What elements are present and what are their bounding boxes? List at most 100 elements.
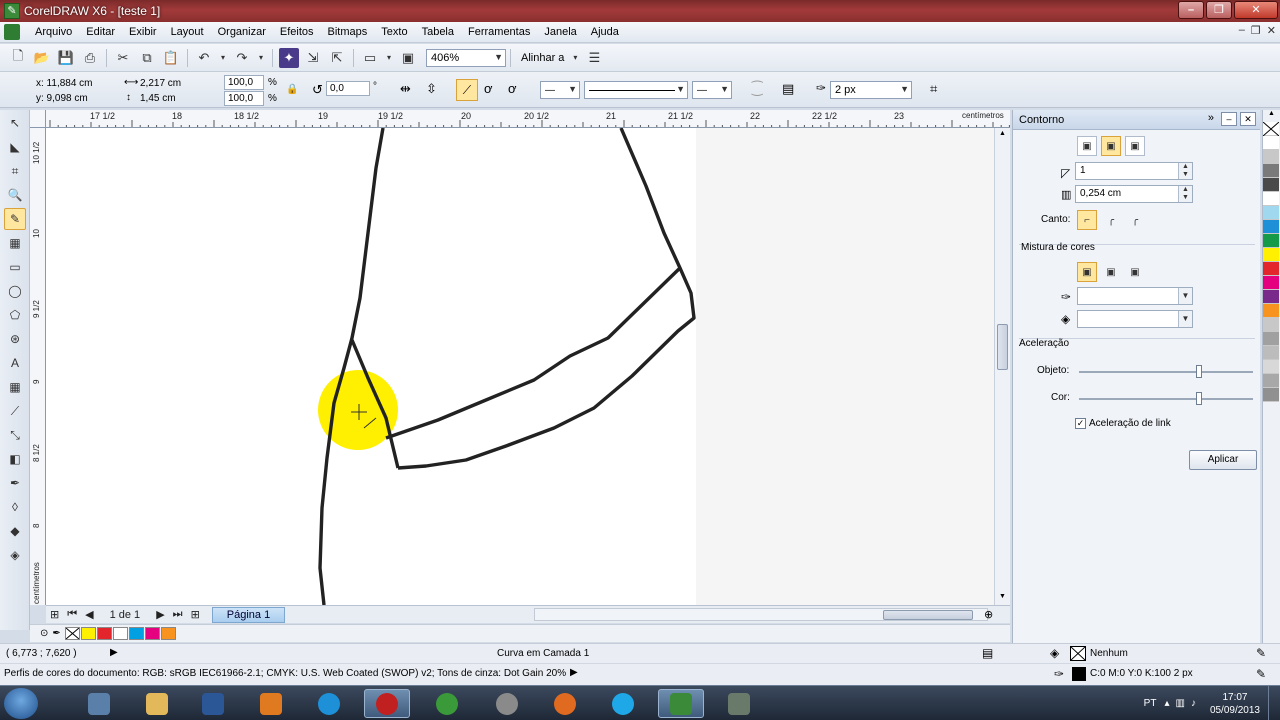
menu-janela[interactable]: Janela [537,26,583,38]
tray-expand-icon[interactable]: ▴ [1164,698,1169,709]
firefox-icon[interactable] [542,689,588,718]
corel-capture-icon[interactable] [716,689,762,718]
prev-page-icon[interactable]: ◀ [85,608,93,621]
palette-swatch[interactable] [1263,192,1279,206]
start-button[interactable] [4,688,38,719]
palette-swatch[interactable] [1263,262,1279,276]
document-icon[interactable] [4,24,20,40]
undo-dropdown-icon[interactable]: ▾ [218,48,228,68]
minimize-button[interactable]: – [1178,1,1204,19]
zoom-tool-icon[interactable]: 🔍 [4,184,26,206]
offset-spinner[interactable]: ▲ ▼ [1178,186,1192,202]
chrome-icon[interactable] [424,689,470,718]
menu-editar[interactable]: Editar [79,26,122,38]
import-icon[interactable]: ⇲ [303,48,323,68]
horizontal-ruler[interactable]: 17 1/2 18 18 1/2 19 19 1/2 20 20 1/2 21 … [46,110,1010,128]
bezier-node-icon[interactable]: ơ [484,81,493,96]
menu-ajuda[interactable]: Ajuda [584,26,626,38]
corner-mitered-icon[interactable]: ⌐ [1077,210,1097,230]
palette-swatch[interactable] [1263,346,1279,360]
network-icon[interactable]: ▥ [1175,698,1184,709]
clockwise-blend-icon[interactable]: ▣ [1101,262,1121,282]
coreldraw-icon[interactable] [658,689,704,718]
search-content-icon[interactable]: ✦ [279,47,299,68]
restore-button[interactable]: ❐ [1206,1,1232,19]
doc-swatch[interactable] [144,627,160,640]
outline-width-select[interactable]: 2 px ▼ [830,81,912,99]
vertical-scrollbar[interactable]: ▲ ▼ [994,128,1010,605]
palette-swatch[interactable] [1263,276,1279,290]
mirror-horizontal-icon[interactable]: ⇹ [400,81,411,97]
palette-swatch[interactable] [1263,304,1279,318]
palette-swatch[interactable] [1263,248,1279,262]
palette-swatch[interactable] [1263,234,1279,248]
add-page-icon[interactable]: ⊞ [50,608,59,621]
application-launcher-icon[interactable]: ▭ [360,48,380,68]
width-field[interactable]: 2,217 cm [140,78,181,89]
play-icon[interactable]: ▶ [570,667,578,678]
freehand-mode-icon[interactable]: ⟋ [456,79,478,101]
add-page-after-icon[interactable]: ⊞ [191,608,200,621]
new-icon[interactable]: 🗋 [8,48,28,68]
palette-swatch[interactable] [1263,360,1279,374]
ie-icon[interactable] [306,689,352,718]
page-tab[interactable]: Página 1 [211,606,286,623]
smoothing-icon[interactable]: ⌗ [930,81,937,97]
doc-swatch[interactable] [128,627,144,640]
link-accel-checkbox[interactable]: ✓ [1075,418,1086,429]
crop-tool-icon[interactable]: ⌗ [4,160,26,182]
horizontal-scrollbar[interactable] [534,608,988,621]
basic-shapes-tool-icon[interactable]: ⊛ [4,328,26,350]
contour-outside-icon[interactable]: ▣ [1125,136,1145,156]
doc-close-button[interactable]: ✕ [1267,24,1276,37]
interactive-blend-tool-icon[interactable]: ◧ [4,448,26,470]
close-curve-icon[interactable]: ơ [508,81,517,96]
apply-button[interactable]: Aplicar [1189,450,1257,470]
launcher-dropdown-icon[interactable]: ▾ [384,48,394,68]
welcome-screen-icon[interactable]: ▣ [398,48,418,68]
outline-tool-icon[interactable]: ◊ [4,496,26,518]
no-color-swatch[interactable] [64,627,80,640]
last-page-icon[interactable]: ⏭ [173,608,183,621]
palette-swatch[interactable] [1263,178,1279,192]
mirror-vertical-icon[interactable]: ⇳ [426,81,437,97]
doc-swatch[interactable] [80,627,96,640]
connector-tool-icon[interactable]: ⤡ [4,424,26,446]
edit-fill-icon[interactable]: ✎ [1256,646,1266,660]
drawing-layer[interactable] [46,128,994,605]
dimension-tool-icon[interactable]: ⟋ [4,400,26,422]
no-color-swatch[interactable] [1263,122,1279,136]
wrap-text-icon[interactable]: ⁐ [752,81,762,97]
palette-swatch[interactable] [1263,388,1279,402]
contour-center-icon[interactable]: ▣ [1077,136,1097,156]
expand-docker-icon[interactable]: » [1208,112,1214,126]
opera-icon[interactable] [364,689,410,718]
palette-swatch[interactable] [1263,206,1279,220]
explorer-icon[interactable] [76,689,122,718]
palette-scroll-up-icon[interactable]: ▲ [1263,110,1280,122]
media-icon[interactable] [248,689,294,718]
snap-dropdown-icon[interactable]: ▾ [570,48,580,68]
table-tool-icon[interactable]: ▦ [4,376,26,398]
menu-texto[interactable]: Texto [374,26,414,38]
print-icon[interactable]: ⎙ [80,48,100,68]
scroll-up-icon[interactable]: ▲ [999,130,1006,137]
wrap-paragraph-icon[interactable]: ▤ [782,81,794,97]
corner-round-icon[interactable]: ╭ [1101,210,1121,230]
menu-ferramentas[interactable]: Ferramentas [461,26,537,38]
scroll-down-icon[interactable]: ▼ [999,593,1006,600]
first-page-icon[interactable]: ⏮ [67,608,77,621]
palette-swatch[interactable] [1263,290,1279,304]
close-button[interactable]: ✕ [1234,1,1278,19]
menu-efeitos[interactable]: Efeitos [273,26,321,38]
vertical-ruler[interactable]: 10 1/2 10 9 1/2 9 8 1/2 8 centímetros [30,128,46,605]
line-style-select[interactable]: ▼ [584,81,688,99]
ellipse-tool-icon[interactable]: ◯ [4,280,26,302]
scale-width-field[interactable]: 100,0 [224,75,264,90]
close-docker-button[interactable]: ✕ [1240,112,1256,126]
eyedropper-icon[interactable]: ✒ [52,628,60,639]
show-desktop-button[interactable] [1268,686,1280,720]
position-y-field[interactable]: y: 9,098 cm [36,93,88,104]
doc-restore-button[interactable]: ❐ [1251,24,1261,37]
eyedropper-tool-icon[interactable]: ✒ [4,472,26,494]
